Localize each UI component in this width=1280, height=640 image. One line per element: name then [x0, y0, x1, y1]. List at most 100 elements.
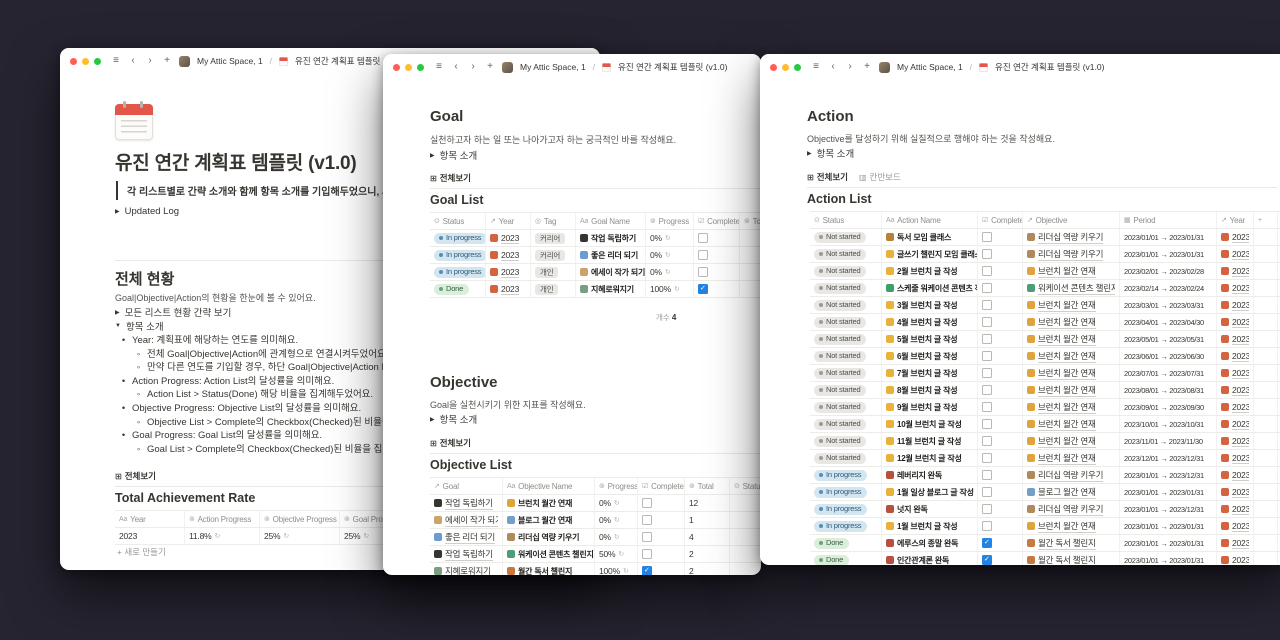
page-title-cell[interactable]: 독서 모임 클래스 — [897, 232, 951, 243]
status-badge[interactable]: Done — [814, 554, 850, 565]
relation-chip[interactable]: 브런치 월간 연재 — [1027, 299, 1096, 312]
relation-chip[interactable]: 에세이 작가 되기 — [434, 514, 498, 527]
relation-chip[interactable]: 2023 — [1221, 504, 1249, 515]
status-badge[interactable]: Not started — [814, 452, 867, 464]
complete-checkbox[interactable] — [698, 233, 708, 243]
complete-checkbox[interactable] — [982, 436, 992, 446]
complete-checkbox[interactable] — [982, 402, 992, 412]
complete-checkbox[interactable] — [642, 532, 652, 542]
relation-chip[interactable]: 2023 — [1221, 453, 1249, 464]
relation-chip[interactable]: 브런치 월간 연재 — [1027, 367, 1096, 380]
table-row[interactable]: 작업 독립하기 브런치 월간 연재 0% ↻ 12 — [430, 495, 761, 512]
complete-checkbox[interactable] — [698, 284, 708, 294]
menu-icon[interactable]: ≡ — [434, 62, 444, 72]
table-row[interactable]: In progress 레버리지 완독 리더십 역량 키우기 2023/01/01 →… — [810, 467, 1280, 484]
relation-chip[interactable]: 지혜로워지기 — [434, 565, 491, 575]
status-badge[interactable]: Not started — [814, 384, 867, 396]
status-badge[interactable]: Not started — [814, 282, 867, 294]
column-header-name[interactable]: Aa Objective Name — [503, 478, 595, 494]
page-title-cell[interactable]: 4월 브런치 글 작성 — [897, 317, 958, 328]
relation-chip[interactable]: 2023 — [1221, 555, 1249, 565]
relation-chip[interactable]: 월간 독서 챌린지 — [1027, 537, 1096, 550]
column-header-name[interactable]: Aa Goal Name — [576, 213, 646, 229]
complete-checkbox[interactable] — [642, 549, 652, 559]
page-title-cell[interactable]: 넛지 완독 — [897, 504, 928, 515]
relation-chip[interactable]: 2023 — [490, 284, 520, 295]
menu-icon[interactable]: ≡ — [111, 56, 121, 66]
refresh-icon[interactable]: ↻ — [614, 499, 620, 507]
complete-checkbox[interactable] — [698, 267, 708, 277]
relation-chip[interactable]: 브런치 월간 연재 — [1027, 384, 1096, 397]
page-title-cell[interactable]: 2월 브런치 글 작성 — [897, 266, 958, 277]
column-header-complete[interactable]: ☑ Complete — [638, 478, 685, 494]
status-badge[interactable]: Not started — [814, 333, 867, 345]
table-row[interactable]: In progress 1월 일상 블로그 글 작성 블로그 월간 연재 2023/0… — [810, 484, 1280, 501]
complete-checkbox[interactable] — [982, 419, 992, 429]
status-badge[interactable]: Done — [434, 283, 470, 295]
relation-chip[interactable]: 리더십 역량 키우기 — [1027, 248, 1104, 261]
refresh-icon[interactable]: ↻ — [665, 234, 671, 242]
column-header-status[interactable]: ⊙Status — [810, 212, 882, 228]
workspace-avatar[interactable] — [179, 55, 190, 67]
workspace-avatar[interactable] — [502, 61, 513, 73]
column-header-status[interactable]: ⊙Status — [430, 213, 486, 229]
relation-chip[interactable]: 브런치 월간 연재 — [1027, 435, 1096, 448]
menu-icon[interactable]: ≡ — [811, 62, 821, 72]
table-row[interactable]: 지혜로워지기 월간 독서 챌린지 100%↻ 2 — [430, 563, 761, 575]
toggle-summary[interactable]: ▶ 모든 리스트 현황 간략 보기 — [115, 305, 231, 319]
complete-checkbox[interactable] — [982, 385, 992, 395]
column-header-complete[interactable]: ☑ Complete — [694, 213, 740, 229]
complete-checkbox[interactable] — [982, 470, 992, 480]
table-row[interactable]: In progress 2023 커리어 작업 독립하기 0% ↻ — [430, 230, 761, 247]
refresh-icon[interactable]: ↻ — [623, 567, 629, 575]
status-badge[interactable]: In progress — [814, 503, 868, 515]
table-row[interactable]: Not started 5월 브런치 글 작성 브런치 월간 연재 2023/05/0… — [810, 331, 1280, 348]
page-title-cell[interactable]: 3월 브런치 글 작성 — [897, 300, 958, 311]
table-row[interactable]: Not started 독서 모임 클래스 리더십 역량 키우기 2023/01/01… — [810, 229, 1280, 246]
table-row[interactable]: Not started 스케줄 워케이션 콘텐츠 작성 워케이션 콘텐츠 챌린지 20… — [810, 280, 1280, 297]
page-title-cell[interactable]: 6월 브런치 글 작성 — [897, 351, 958, 362]
table-row[interactable]: Done 에루스의 종말 완독 월간 독서 챌린지 2023/01/01 → 2023… — [810, 535, 1280, 552]
page-title-cell[interactable]: 스케줄 워케이션 콘텐츠 작성 — [897, 283, 977, 294]
table-row[interactable]: Not started 9월 브런치 글 작성 브런치 월간 연재 2023/09/0… — [810, 399, 1280, 416]
relation-chip[interactable]: 2023 — [1221, 402, 1249, 413]
relation-chip[interactable]: 2023 — [1221, 521, 1249, 532]
relation-chip[interactable]: 2023 — [1221, 487, 1249, 498]
page-title-cell[interactable]: 브런치 월간 연재 — [518, 498, 572, 509]
forward-icon[interactable]: › — [845, 62, 855, 72]
forward-icon[interactable]: › — [468, 62, 478, 72]
complete-checkbox[interactable] — [982, 334, 992, 344]
toggle-items-intro[interactable]: ▶ 항목 소개 — [807, 146, 854, 160]
relation-chip[interactable]: 브런치 월간 연재 — [1027, 333, 1096, 346]
forward-icon[interactable]: › — [145, 56, 155, 66]
relation-chip[interactable]: 브런치 월간 연재 — [1027, 316, 1096, 329]
table-row[interactable]: Not started 6월 브런치 글 작성 브런치 월간 연재 2023/06/0… — [810, 348, 1280, 365]
status-badge[interactable]: Not started — [814, 350, 867, 362]
page-title-cell[interactable]: 8월 브런치 글 작성 — [897, 385, 958, 396]
breadcrumb-workspace[interactable]: My Attic Space, 1 — [197, 56, 263, 66]
relation-chip[interactable]: 2023 — [1221, 283, 1249, 294]
column-header-name[interactable]: Aa Action Name — [882, 212, 978, 228]
aggregate-value[interactable]: 개수 4 — [656, 312, 676, 323]
zoom-button[interactable] — [94, 57, 101, 65]
table-row[interactable]: In progress 2023 개인 에세이 작가 되기 0% ↻ — [430, 264, 761, 281]
relation-chip[interactable]: 2023 — [1221, 351, 1249, 362]
table-row[interactable]: In progress 1월 브런치 글 작성 브런치 월간 연재 2023/01/0… — [810, 518, 1280, 535]
page-title-cell[interactable]: 에루스의 종말 완독 — [897, 538, 959, 549]
status-badge[interactable]: In progress — [434, 232, 485, 244]
table-row[interactable]: Not started 12월 브런치 글 작성 브런치 월간 연재 2023/12/… — [810, 450, 1280, 467]
refresh-icon[interactable]: ↻ — [618, 550, 624, 558]
table-row[interactable]: In progress 넛지 완독 리더십 역량 키우기 2023/01/01 → 2… — [810, 501, 1280, 518]
relation-chip[interactable]: 브런치 월간 연재 — [1027, 452, 1096, 465]
column-header-op[interactable]: ⊚ Objective Progress — [260, 511, 340, 527]
column-header-progress[interactable]: ⊚ Progress — [646, 213, 694, 229]
minimize-button[interactable] — [405, 63, 412, 71]
complete-checkbox[interactable] — [982, 300, 992, 310]
complete-checkbox[interactable] — [982, 538, 992, 548]
page-title-cell[interactable]: 글쓰기 챌린지 모임 클래스 — [897, 249, 977, 260]
tab-board-view[interactable]: ▥ 칸반보드 — [859, 171, 901, 183]
status-badge[interactable]: Done — [814, 537, 850, 549]
page-title-cell[interactable]: 5월 브런치 글 작성 — [897, 334, 958, 345]
column-header-progress[interactable]: ⊚ Progress — [595, 478, 638, 494]
page-title-cell[interactable]: 7월 브런치 글 작성 — [897, 368, 958, 379]
